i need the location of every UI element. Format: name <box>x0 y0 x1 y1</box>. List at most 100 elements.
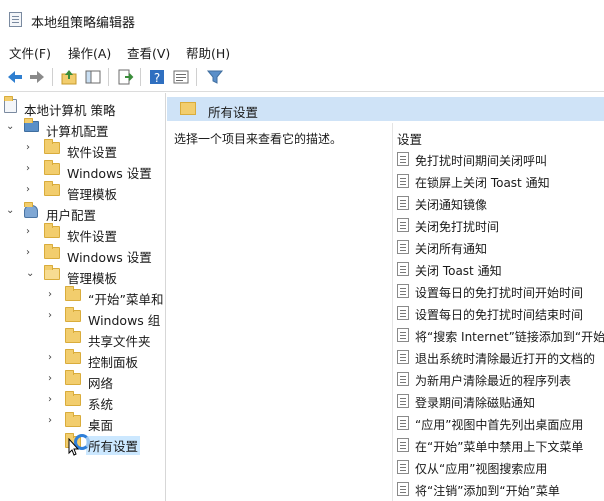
forward-arrow-icon[interactable] <box>28 68 46 86</box>
chevron-right-icon[interactable]: › <box>26 142 36 154</box>
tree-item-computer-windows-settings[interactable]: › Windows 设置 <box>4 160 164 181</box>
gpedit-app-icon <box>9 12 22 27</box>
tree-item-computer-software[interactable]: › 软件设置 <box>4 139 164 160</box>
menu-action[interactable]: 操作(A) <box>68 43 111 62</box>
tree-item-label: 软件设置 <box>67 229 118 244</box>
setting-label: 关闭通知镜像 <box>415 198 488 212</box>
column-divider[interactable] <box>392 123 393 501</box>
tree-item-label: 共享文件夹 <box>88 334 151 349</box>
tree-item-user-windows-settings[interactable]: › Windows 设置 <box>4 244 164 265</box>
policy-setting-icon <box>397 218 409 232</box>
toolbar-separator <box>196 68 197 86</box>
details-pane: 所有设置 选择一个项目来查看它的描述。 设置 免打扰时间期间关闭呼叫 在锁屏上关… <box>167 93 604 501</box>
chevron-down-icon[interactable]: ⌄ <box>6 205 16 217</box>
tree-computer-config[interactable]: ⌄ 计算机配置 <box>4 118 164 139</box>
folder-icon <box>44 160 60 175</box>
tree-item-network[interactable]: › 网络 <box>4 370 164 391</box>
chevron-down-icon[interactable]: ⌄ <box>26 268 36 280</box>
user-icon <box>24 202 38 218</box>
folder-icon <box>65 391 81 406</box>
toolbar-separator <box>52 68 53 86</box>
settings-column-header[interactable]: 设置 <box>397 129 422 148</box>
tree-item-label: 控制面板 <box>88 355 139 370</box>
chevron-right-icon[interactable]: › <box>48 415 58 427</box>
chevron-right-icon[interactable]: › <box>48 352 58 364</box>
setting-label: 仅从“应用”视图搜索应用 <box>415 462 548 476</box>
help-icon[interactable]: ? <box>148 68 166 86</box>
chevron-right-icon[interactable]: › <box>48 373 58 385</box>
tree-item-user-admin-templates[interactable]: ⌄ 管理模板 <box>4 265 164 286</box>
export-list-icon[interactable] <box>116 68 134 86</box>
policy-setting-icon <box>397 416 409 430</box>
filter-icon[interactable] <box>206 68 224 86</box>
policy-setting-icon <box>397 262 409 276</box>
chevron-down-icon[interactable]: ⌄ <box>6 121 16 133</box>
policy-setting-icon <box>397 240 409 254</box>
up-folder-icon[interactable] <box>60 68 78 86</box>
tree-item-system[interactable]: › 系统 <box>4 391 164 412</box>
chevron-right-icon[interactable]: › <box>48 310 58 322</box>
toolbar-separator <box>140 68 141 86</box>
tree-root-node[interactable]: 本地计算机 策略 <box>4 96 164 118</box>
chevron-right-icon[interactable]: › <box>26 226 36 238</box>
setting-label: 将“注销”添加到“开始”菜单 <box>415 484 560 498</box>
chevron-right-icon[interactable]: › <box>48 394 58 406</box>
policy-setting-icon <box>397 482 409 496</box>
folder-open-icon <box>44 265 60 280</box>
folder-icon <box>65 307 81 322</box>
setting-label: 免打扰时间期间关闭呼叫 <box>415 154 548 168</box>
setting-label: 在“开始”菜单中禁用上下文菜单 <box>415 440 584 454</box>
policy-setting-icon <box>397 196 409 210</box>
tree-user-config[interactable]: ⌄ 用户配置 <box>4 202 164 223</box>
tree-item-windows-components[interactable]: › Windows 组 <box>4 307 164 328</box>
tree-item-start-menu[interactable]: › “开始”菜单和 <box>4 286 164 307</box>
setting-label: 将“搜索 Internet”链接添加到“开始 <box>415 330 604 344</box>
setting-label: 关闭所有通知 <box>415 242 488 256</box>
folder-icon <box>180 102 196 115</box>
svg-text:?: ? <box>154 71 160 85</box>
folder-icon <box>65 328 81 343</box>
details-header: 所有设置 <box>167 97 604 121</box>
policy-setting-icon <box>397 394 409 408</box>
folder-icon <box>65 349 81 364</box>
policy-setting-icon <box>397 372 409 386</box>
mouse-pointer-icon <box>68 438 80 456</box>
show-hide-tree-icon[interactable] <box>84 68 102 86</box>
chevron-right-icon[interactable]: › <box>26 247 36 259</box>
tree-item-label: 系统 <box>88 397 114 412</box>
properties-icon[interactable] <box>172 68 190 86</box>
folder-icon <box>65 370 81 385</box>
tree-item-desktop[interactable]: › 桌面 <box>4 412 164 433</box>
tree-item-label: 桌面 <box>88 418 114 433</box>
tree-computer-config-label: 计算机配置 <box>46 124 109 139</box>
title-bar: 本地组策略编辑器 <box>0 0 604 38</box>
tree-item-label: “开始”菜单和 <box>88 292 164 307</box>
tree-item-label: 管理模板 <box>67 271 118 286</box>
tree-root-label: 本地计算机 策略 <box>24 103 116 118</box>
tree-item-computer-admin-templates[interactable]: › 管理模板 <box>4 181 164 202</box>
setting-label: 关闭免打扰时间 <box>415 220 500 234</box>
setting-label: 退出系统时清除最近打开的文档的 <box>415 352 596 366</box>
setting-label: 设置每日的免打扰时间结束时间 <box>415 308 584 322</box>
chevron-right-icon[interactable]: › <box>26 184 36 196</box>
chevron-right-icon[interactable]: › <box>48 289 58 301</box>
menu-bar: 文件(F) 操作(A) 查看(V) 帮助(H) <box>0 38 604 62</box>
chevron-right-icon[interactable]: › <box>26 163 36 175</box>
tree-item-user-software[interactable]: › 软件设置 <box>4 223 164 244</box>
toolbar-separator <box>108 68 109 86</box>
menu-file[interactable]: 文件(F) <box>9 43 51 62</box>
tree-item-shared-folders[interactable]: 共享文件夹 <box>4 328 164 349</box>
tree-item-label: Windows 设置 <box>67 250 152 265</box>
tree-item-label: 软件设置 <box>67 145 118 160</box>
policy-icon <box>4 96 17 113</box>
folder-icon <box>44 181 60 196</box>
tree-item-label: 网络 <box>88 376 114 391</box>
menu-help[interactable]: 帮助(H) <box>186 43 230 62</box>
back-arrow-icon[interactable] <box>6 68 24 86</box>
tree-item-control-panel[interactable]: › 控制面板 <box>4 349 164 370</box>
menu-view[interactable]: 查看(V) <box>127 43 170 62</box>
tree-user-config-label: 用户配置 <box>46 208 97 223</box>
policy-setting-icon <box>397 152 409 166</box>
folder-icon <box>44 244 60 259</box>
policy-setting-icon <box>397 174 409 188</box>
